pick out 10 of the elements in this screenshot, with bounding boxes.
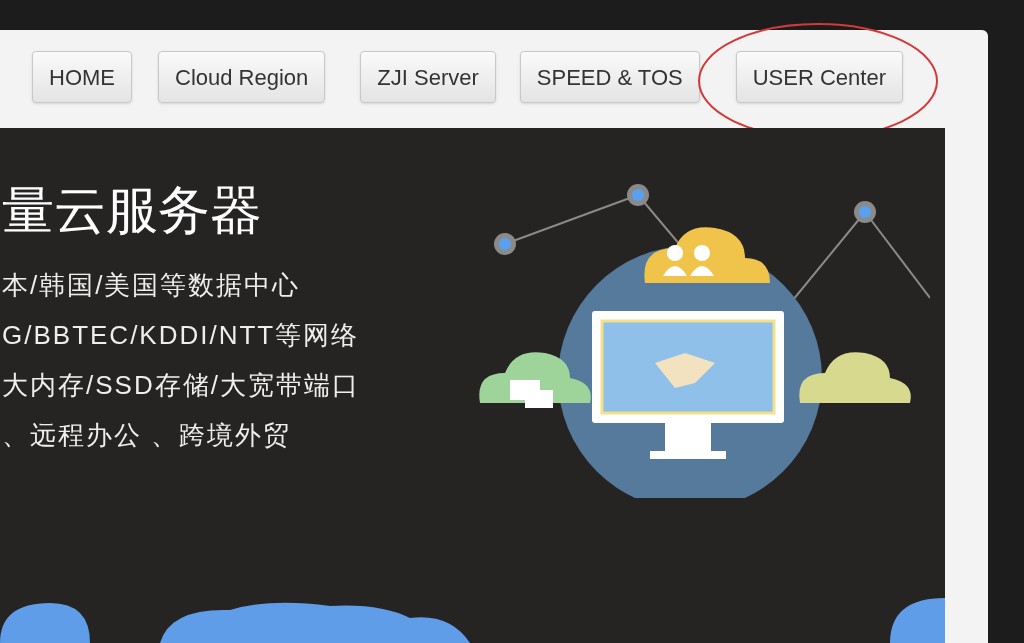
feature-line: 、远程办公 、跨境外贸 xyxy=(2,419,293,452)
feature-line: 本/韩国/美国等数据中心 xyxy=(2,269,302,302)
nav-button[interactable]: Cloud Region xyxy=(158,51,326,103)
nav-button[interactable]: SPEED & TOS xyxy=(519,51,700,103)
feature-line: 大内存/SSD存储/大宽带端口 xyxy=(2,369,361,402)
nav-button[interactable]: USER Center xyxy=(735,51,903,103)
nav-button[interactable]: HOME xyxy=(32,51,132,103)
feature-line: G/BBTEC/KDDI/NTT等网络 xyxy=(2,319,361,352)
banner-title: 量云服务器 xyxy=(2,180,263,241)
nav-button[interactable]: ZJI Server xyxy=(360,51,496,103)
